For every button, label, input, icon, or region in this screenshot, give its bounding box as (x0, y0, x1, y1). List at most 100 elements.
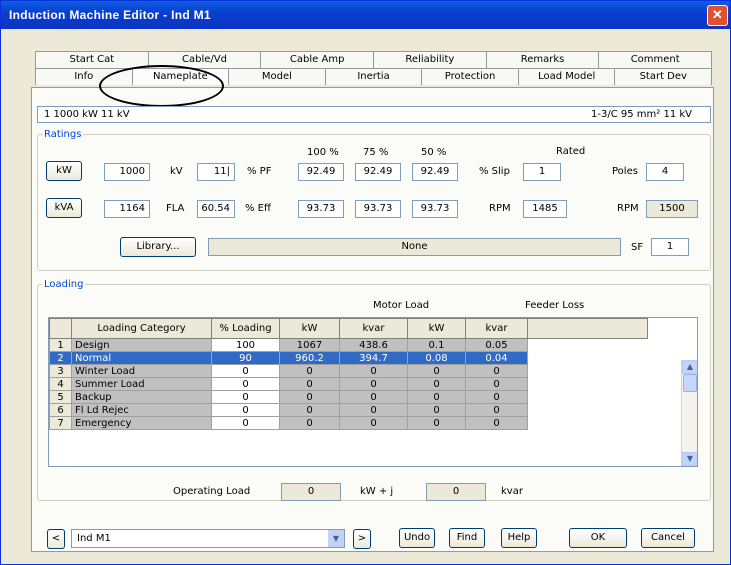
tab-row-1: Start Cat Cable/Vd Cable Amp Reliability… (35, 51, 713, 68)
row-number[interactable]: 2 (49, 351, 72, 365)
cell-feeder-kw: 0.1 (407, 338, 466, 352)
table-row[interactable]: 3 Winter Load 0 0 0 0 0 (49, 364, 648, 378)
op-kvar-field: 0 (426, 483, 486, 501)
library-field: None (208, 238, 621, 256)
poles-field[interactable]: 4 (646, 163, 684, 181)
tab-cable-amp[interactable]: Cable Amp (260, 51, 375, 68)
header-row: Loading Category % Loading kW kvar kW kv… (49, 318, 648, 339)
col-motor-kvar[interactable]: kvar (339, 318, 408, 339)
cell-feeder-kvar: 0 (465, 403, 528, 417)
cell-percent-loading[interactable]: 90 (211, 351, 280, 365)
slip-label: % Slip (479, 166, 510, 177)
tab-protection[interactable]: Protection (421, 68, 519, 85)
cell-category: Winter Load (71, 364, 212, 378)
rpm-field[interactable]: 1485 (523, 200, 567, 218)
scrollbar-thumb[interactable] (683, 374, 697, 392)
table-scrollbar[interactable]: ▲ ▼ (681, 360, 697, 466)
row-number[interactable]: 7 (49, 416, 72, 430)
pf-100-field[interactable]: 92.49 (298, 163, 344, 181)
op-kw-field: 0 (281, 483, 341, 501)
row-number[interactable]: 4 (49, 377, 72, 391)
kva-button[interactable]: kVA (46, 198, 82, 218)
chevron-down-icon[interactable]: ▼ (328, 530, 344, 547)
sf-label: SF (631, 242, 644, 253)
col-feeder-kw[interactable]: kW (407, 318, 466, 339)
row-number[interactable]: 6 (49, 403, 72, 417)
chevron-up-icon[interactable]: ▲ (682, 360, 697, 374)
cell-feeder-kw: 0.08 (407, 351, 466, 365)
fla-field[interactable]: 60.54 (197, 200, 235, 218)
table-row[interactable]: 7 Emergency 0 0 0 0 0 (49, 416, 648, 430)
undo-button[interactable]: Undo (399, 528, 435, 548)
cell-feeder-kw: 0 (407, 364, 466, 378)
cell-feeder-kvar: 0.04 (465, 351, 528, 365)
tab-reliability[interactable]: Reliability (373, 51, 487, 68)
tab-model[interactable]: Model (228, 68, 326, 85)
close-button[interactable]: ✕ (707, 5, 728, 26)
table-row-selected[interactable]: 2 Normal 90 960.2 394.7 0.08 0.04 (49, 351, 648, 365)
eff-50-field[interactable]: 93.73 (412, 200, 458, 218)
eff-100-field[interactable]: 93.73 (298, 200, 344, 218)
chevron-down-icon[interactable]: ▼ (682, 452, 697, 466)
loading-grid: Loading Category % Loading kW kvar kW kv… (49, 318, 648, 430)
cancel-button[interactable]: Cancel (641, 528, 695, 548)
tab-comment[interactable]: Comment (598, 51, 713, 68)
library-button[interactable]: Library... (120, 237, 196, 257)
table-row[interactable]: 1 Design 100 1067 438.6 0.1 0.05 (49, 338, 648, 352)
feeder-loss-label: Feeder Loss (525, 300, 585, 311)
row-number[interactable]: 5 (49, 390, 72, 404)
find-button[interactable]: Find (449, 528, 485, 548)
col-loading-category[interactable]: Loading Category (71, 318, 212, 339)
cell-percent-loading[interactable]: 0 (211, 390, 280, 404)
cell-motor-kw: 0 (279, 364, 340, 378)
cell-filler (528, 417, 648, 430)
previous-button[interactable]: < (47, 529, 65, 549)
cell-feeder-kvar: 0 (465, 416, 528, 430)
tab-start-dev[interactable]: Start Dev (614, 68, 713, 85)
next-button[interactable]: > (353, 529, 371, 549)
cell-category: Normal (71, 351, 212, 365)
combo-value: Ind M1 (77, 533, 111, 544)
slip-field[interactable]: 1 (523, 163, 561, 181)
tab-load-model[interactable]: Load Model (517, 68, 616, 85)
cell-category: Design (71, 338, 212, 352)
eff-75-field[interactable]: 93.73 (355, 200, 401, 218)
cell-percent-loading[interactable]: 0 (211, 364, 280, 378)
cell-category: Backup (71, 390, 212, 404)
kw-field[interactable]: 1000 (104, 163, 150, 181)
col-percent-loading[interactable]: % Loading (211, 318, 280, 339)
tab-inertia[interactable]: Inertia (324, 68, 423, 85)
element-selector-combo[interactable]: Ind M1 ▼ (71, 529, 345, 548)
row-number[interactable]: 3 (49, 364, 72, 378)
tab-remarks[interactable]: Remarks (485, 51, 600, 68)
loading-table: Loading Category % Loading kW kvar kW kv… (48, 317, 698, 467)
fla-label: FLA (166, 203, 185, 214)
cell-feeder-kvar: 0 (465, 364, 528, 378)
cell-motor-kw: 0 (279, 403, 340, 417)
col-feeder-kvar[interactable]: kvar (465, 318, 528, 339)
col-motor-kw[interactable]: kW (279, 318, 340, 339)
cell-percent-loading[interactable]: 0 (211, 377, 280, 391)
pf-75-field[interactable]: 92.49 (355, 163, 401, 181)
cell-motor-kvar: 0 (339, 390, 408, 404)
sf-field[interactable]: 1 (651, 238, 689, 256)
cell-motor-kvar: 394.7 (339, 351, 408, 365)
ok-button[interactable]: OK (569, 528, 627, 548)
tab-start-cat[interactable]: Start Cat (35, 51, 149, 68)
row-number[interactable]: 1 (49, 338, 72, 352)
cell-percent-loading[interactable]: 0 (211, 416, 280, 430)
kv-label: kV (170, 166, 183, 177)
help-button[interactable]: Help (501, 528, 537, 548)
cell-filler (528, 404, 648, 417)
cell-percent-loading[interactable]: 0 (211, 403, 280, 417)
table-row[interactable]: 4 Summer Load 0 0 0 0 0 (49, 377, 648, 391)
table-row[interactable]: 6 Fl Ld Rejec 0 0 0 0 0 (49, 403, 648, 417)
kw-button[interactable]: kW (46, 161, 82, 181)
pf-50-field[interactable]: 92.49 (412, 163, 458, 181)
table-row[interactable]: 5 Backup 0 0 0 0 0 (49, 390, 648, 404)
cell-percent-loading[interactable]: 100 (211, 338, 280, 352)
cell-motor-kvar: 0 (339, 377, 408, 391)
cell-feeder-kvar: 0.05 (465, 338, 528, 352)
kv-field[interactable]: 11| (197, 163, 235, 181)
col-filler (527, 318, 648, 339)
